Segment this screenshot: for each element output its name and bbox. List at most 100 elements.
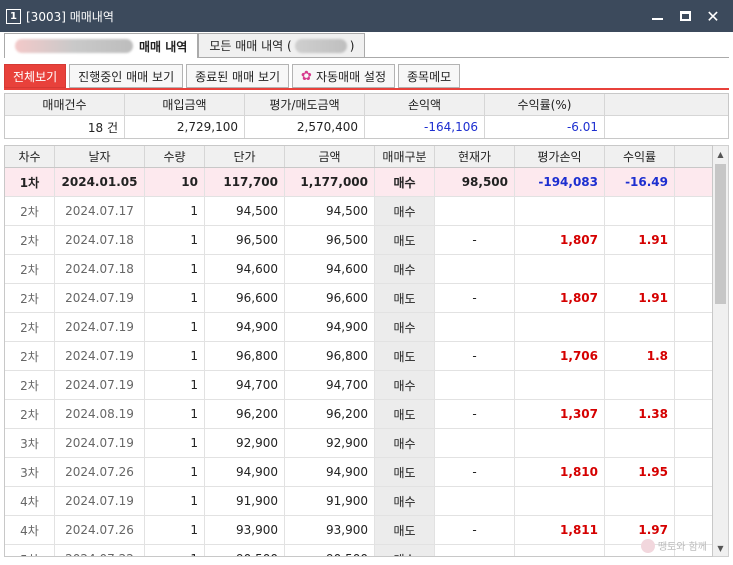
- watermark-text: 땡토와 함께: [657, 542, 707, 553]
- view-all-button[interactable]: 전체보기: [4, 64, 67, 88]
- cell-date: 2024.07.17: [55, 197, 145, 225]
- stock-memo-button[interactable]: 종목메모: [398, 64, 461, 88]
- col-header-return[interactable]: 수익률: [605, 146, 675, 167]
- cell-current-price: [435, 545, 515, 556]
- cell-round: 2차: [5, 255, 55, 283]
- col-header-date[interactable]: 날자: [55, 146, 145, 167]
- table-row[interactable]: 2차 2024.07.19 1 96,600 96,600 매도 -1,807 1.91: [5, 284, 712, 313]
- tab-all-trade-history[interactable]: 모든 매매 내역 ( ): [198, 33, 366, 57]
- summary-pnl: -164,106: [365, 116, 485, 138]
- cell-filler: [675, 313, 712, 341]
- top-tabs: 매매 내역 모든 매매 내역 ( ): [4, 33, 366, 58]
- cell-trade-type: 매수: [375, 168, 435, 196]
- cell-filler: [675, 342, 712, 370]
- cell-date: 2024.08.19: [55, 400, 145, 428]
- tab-trade-history[interactable]: 매매 내역: [4, 33, 199, 58]
- cell-qty: 10: [145, 168, 205, 196]
- cell-trade-type: 매수: [375, 545, 435, 556]
- window-titlebar[interactable]: 1 [3003] 매매내역 ✕: [0, 0, 733, 32]
- window-controls: ✕: [643, 0, 727, 32]
- cell-filler: [675, 429, 712, 457]
- table-row[interactable]: 2차 2024.08.19 1 96,200 96,200 매도 -1,307 1.38: [5, 400, 712, 429]
- cell-current-price: 98,500: [435, 168, 515, 196]
- cell-round: 2차: [5, 400, 55, 428]
- col-header-qty[interactable]: 수량: [145, 146, 205, 167]
- cell-amount: 96,800: [285, 342, 375, 370]
- table-row[interactable]: 2차 2024.07.19 1 94,700 94,700 매수: [5, 371, 712, 400]
- auto-trade-settings-button[interactable]: ✿ 자동매매 설정: [292, 64, 396, 88]
- cell-trade-type: 매수: [375, 255, 435, 283]
- cell-current-price: [435, 197, 515, 225]
- cell-date: 2024.01.05: [55, 168, 145, 196]
- vertical-scrollbar[interactable]: ▲ ▼: [713, 145, 729, 557]
- col-header-trade-type[interactable]: 매매구분: [375, 146, 435, 167]
- cell-date: 2024.07.18: [55, 255, 145, 283]
- cell-date: 2024.07.26: [55, 516, 145, 544]
- cell-eval-pnl: 1,307: [515, 400, 605, 428]
- cell-price: 96,600: [205, 284, 285, 312]
- scroll-thumb[interactable]: [715, 164, 726, 304]
- cell-qty: 1: [145, 487, 205, 515]
- view-completed-button[interactable]: 종료된 매매 보기: [186, 64, 290, 88]
- cell-eval-pnl: [515, 487, 605, 515]
- scroll-up-arrow-icon[interactable]: ▲: [713, 146, 728, 162]
- cell-amount: 94,700: [285, 371, 375, 399]
- cell-date: 2024.07.18: [55, 226, 145, 254]
- cell-amount: 91,900: [285, 487, 375, 515]
- table-row[interactable]: 5차2024.07.22190,50090,500매수: [5, 545, 712, 556]
- cell-round: 5차: [5, 545, 55, 556]
- trade-table[interactable]: 차수 날자 수량 단가 금액 매매구분 현재가 평가손익 수익률 1차 2024.…: [4, 145, 713, 557]
- cell-trade-type: 매도: [375, 400, 435, 428]
- cell-eval-pnl: 1,807: [515, 284, 605, 312]
- cell-round: 4차: [5, 516, 55, 544]
- col-header-eval-pnl[interactable]: 평가손익: [515, 146, 605, 167]
- cell-return: [605, 255, 675, 283]
- cell-date: 2024.07.22: [55, 545, 145, 556]
- table-row[interactable]: 4차 2024.07.19 1 91,900 91,900 매수: [5, 487, 712, 516]
- table-row[interactable]: 2차 2024.07.18 1 94,600 94,600 매수: [5, 255, 712, 284]
- summary-buy-amount: 2,729,100: [125, 116, 245, 138]
- cell-current-price: [435, 487, 515, 515]
- summary-header-eval-amount: 평가/매도금액: [245, 94, 365, 115]
- table-row[interactable]: 3차 2024.07.26 1 94,900 94,900 매도 -1,810 1.95: [5, 458, 712, 487]
- minimize-button[interactable]: [643, 0, 671, 32]
- cell-qty: 1: [145, 284, 205, 312]
- cell-trade-type: 매수: [375, 487, 435, 515]
- cell-qty: 1: [145, 226, 205, 254]
- cell-qty: 1: [145, 197, 205, 225]
- col-header-price[interactable]: 단가: [205, 146, 285, 167]
- col-header-current-price[interactable]: 현재가: [435, 146, 515, 167]
- cell-date: 2024.07.19: [55, 284, 145, 312]
- filter-buttons: 전체보기 진행중인 매매 보기 종료된 매매 보기 ✿ 자동매매 설정 종목메모: [4, 64, 463, 88]
- cell-price: 94,600: [205, 255, 285, 283]
- cell-eval-pnl: 1,807: [515, 226, 605, 254]
- cell-price: 94,900: [205, 458, 285, 486]
- table-row[interactable]: 2차 2024.07.18 1 96,500 96,500 매도 -1,807 1.91: [5, 226, 712, 255]
- cell-trade-type: 매도: [375, 458, 435, 486]
- cell-qty: 1: [145, 516, 205, 544]
- window-title: [3003] 매매내역: [26, 9, 114, 24]
- cell-eval-pnl: -194,083: [515, 168, 605, 196]
- cell-amount: 94,900: [285, 458, 375, 486]
- col-header-amount[interactable]: 금액: [285, 146, 375, 167]
- cell-date: 2024.07.19: [55, 429, 145, 457]
- cell-round: 2차: [5, 284, 55, 312]
- table-row[interactable]: 2차 2024.07.19 1 96,800 96,800 매도 -1,706 1.8: [5, 342, 712, 371]
- window-number-badge: 1: [6, 8, 21, 24]
- cell-trade-type: 매수: [375, 429, 435, 457]
- summary-header-pnl: 손익액: [365, 94, 485, 115]
- close-button[interactable]: ✕: [699, 0, 727, 32]
- table-row[interactable]: 2차 2024.07.17 1 94,500 94,500 매수: [5, 197, 712, 226]
- table-row[interactable]: 1차 2024.01.05 10 117,700 1,177,000 매수 98,500 -1…: [5, 168, 712, 197]
- view-in-progress-button[interactable]: 진행중인 매매 보기: [69, 64, 184, 88]
- cell-date: 2024.07.19: [55, 371, 145, 399]
- table-row[interactable]: 3차 2024.07.19 1 92,900 92,900 매수: [5, 429, 712, 458]
- col-header-round[interactable]: 차수: [5, 146, 55, 167]
- table-row[interactable]: 4차 2024.07.26 1 93,900 93,900 매도 -1,811 1.97: [5, 516, 712, 545]
- cell-round: 2차: [5, 342, 55, 370]
- scroll-down-arrow-icon[interactable]: ▼: [713, 540, 728, 556]
- maximize-button[interactable]: [671, 0, 699, 32]
- table-row[interactable]: 2차 2024.07.19 1 94,900 94,900 매수: [5, 313, 712, 342]
- cell-eval-pnl: [515, 371, 605, 399]
- cell-return: 1.8: [605, 342, 675, 370]
